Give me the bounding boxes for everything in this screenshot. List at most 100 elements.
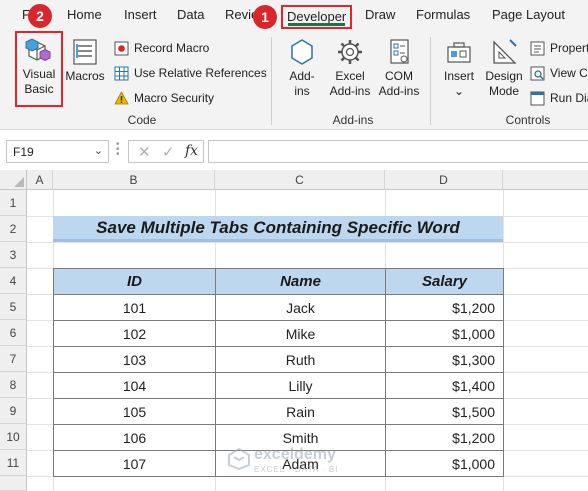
salary-cell[interactable]: $1,300 xyxy=(385,346,504,373)
tab-page-layout[interactable]: Page Layout xyxy=(492,7,565,22)
visual-basic-button[interactable]: Visual Basic xyxy=(17,37,61,97)
salary-cell[interactable]: $1,400 xyxy=(385,372,504,399)
tab-developer[interactable]: Developer xyxy=(281,5,353,29)
header-id-cell[interactable]: ID xyxy=(53,268,216,295)
exceldemy-watermark: exceldemy EXCEL · DATA · BI xyxy=(228,444,368,478)
watermark-tagline: EXCEL · DATA · BI xyxy=(254,465,339,474)
name-box[interactable]: F19 ⌄ xyxy=(6,140,109,163)
record-macro-button[interactable]: Record Macro xyxy=(114,38,209,58)
macros-button[interactable]: Macros xyxy=(63,37,107,84)
visual-basic-label-line2: Basic xyxy=(24,82,54,96)
select-all-corner[interactable] xyxy=(0,170,27,190)
column-header-c[interactable]: C xyxy=(215,170,385,190)
excel-addins-label-line1: Excel xyxy=(335,69,365,83)
excel-addins-button[interactable]: Excel Add-ins xyxy=(326,37,374,99)
design-mode-label-line2: Mode xyxy=(488,84,520,98)
excel-addins-label-line2: Add-ins xyxy=(329,84,371,98)
gridline xyxy=(27,242,588,243)
salary-cell[interactable]: $1,200 xyxy=(385,294,504,321)
sheet-title-cell[interactable]: Save Multiple Tabs Containing Specific W… xyxy=(53,216,503,242)
insert-controls-button[interactable]: Insert ⌄ xyxy=(438,37,480,99)
name-cell[interactable]: Rain xyxy=(215,398,386,425)
record-macro-icon xyxy=(114,41,129,55)
properties-button[interactable]: Propert xyxy=(530,38,588,58)
row-header-4[interactable]: 4 xyxy=(0,268,27,294)
id-cell[interactable]: 103 xyxy=(53,346,216,373)
id-cell[interactable]: 105 xyxy=(53,398,216,425)
use-relative-references-button[interactable]: Use Relative References xyxy=(114,63,267,83)
step-badge-1: 1 xyxy=(253,5,277,29)
formula-input[interactable] xyxy=(208,140,588,163)
tab-developer-label: Developer xyxy=(287,9,347,24)
worksheet-grid[interactable]: A B C D 1 2 3 4 5 6 7 8 9 10 11 Save Mul… xyxy=(0,170,588,491)
cancel-icon[interactable]: ✕ xyxy=(138,143,151,161)
properties-label: Propert xyxy=(550,41,588,55)
addins-button[interactable]: Add- ins xyxy=(281,37,323,99)
row-header-9[interactable]: 9 xyxy=(0,398,27,424)
row-header-6[interactable]: 6 xyxy=(0,320,27,346)
column-header-d[interactable]: D xyxy=(385,170,503,190)
table-header-row: ID Name Salary xyxy=(53,268,504,295)
row-header-2[interactable]: 2 xyxy=(0,216,27,242)
row-header-3[interactable]: 3 xyxy=(0,242,27,268)
design-mode-button[interactable]: Design Mode xyxy=(482,37,526,99)
name-cell[interactable]: Ruth xyxy=(215,346,386,373)
name-cell[interactable]: Lilly xyxy=(215,372,386,399)
gear-icon xyxy=(338,40,362,64)
row-header-1[interactable]: 1 xyxy=(0,190,27,216)
table-row: 103 Ruth $1,300 xyxy=(53,346,504,373)
view-code-icon xyxy=(530,66,545,80)
salary-cell[interactable]: $1,000 xyxy=(385,320,504,347)
header-name-cell[interactable]: Name xyxy=(215,268,386,295)
tab-data[interactable]: Data xyxy=(177,7,204,22)
run-dialog-button[interactable]: Run Dia xyxy=(530,88,588,108)
tab-home[interactable]: Home xyxy=(67,7,102,22)
column-header-a[interactable]: A xyxy=(27,170,53,190)
ribbon-developer: Visual Basic Macros Record Macro Use Rel… xyxy=(0,31,588,130)
id-cell[interactable]: 104 xyxy=(53,372,216,399)
macro-security-button[interactable]: Macro Security xyxy=(114,88,214,108)
id-cell[interactable]: 102 xyxy=(53,320,216,347)
column-header-e[interactable] xyxy=(503,170,588,190)
id-cell[interactable]: 107 xyxy=(53,450,216,477)
name-cell[interactable]: Jack xyxy=(215,294,386,321)
row-header-7[interactable]: 7 xyxy=(0,346,27,372)
tab-insert[interactable]: Insert xyxy=(124,7,157,22)
chevron-down-icon[interactable]: ⌄ xyxy=(94,144,103,157)
row-header-10[interactable]: 10 xyxy=(0,424,27,450)
enter-icon[interactable]: ✓ xyxy=(162,143,175,161)
view-code-label: View C xyxy=(550,66,588,80)
salary-cell[interactable]: $1,500 xyxy=(385,398,504,425)
toolbox-icon xyxy=(447,42,471,63)
formula-bar-resize-handle[interactable]: • • • xyxy=(116,140,120,160)
salary-cell[interactable]: $1,200 xyxy=(385,424,504,451)
addins-label-line1: Add- xyxy=(289,69,315,83)
id-cell[interactable]: 101 xyxy=(53,294,216,321)
insert-function-icon[interactable]: fx xyxy=(185,143,198,159)
row-header-8[interactable]: 8 xyxy=(0,372,27,398)
design-mode-label-line1: Design xyxy=(485,69,523,83)
row-header-12[interactable] xyxy=(0,476,27,491)
group-separator xyxy=(271,37,272,125)
com-addins-button[interactable]: COM Add-ins xyxy=(375,37,423,99)
addins-group-label: Add-ins xyxy=(332,113,374,127)
table-row: 104 Lilly $1,400 xyxy=(53,372,504,399)
column-header-b[interactable]: B xyxy=(53,170,215,190)
name-box-value: F19 xyxy=(13,145,34,159)
active-tab-underline xyxy=(288,23,346,26)
id-cell[interactable]: 106 xyxy=(53,424,216,451)
tab-draw[interactable]: Draw xyxy=(365,7,395,22)
header-salary-cell[interactable]: Salary xyxy=(385,268,504,295)
step-badge-2: 2 xyxy=(28,4,52,28)
name-cell[interactable]: Mike xyxy=(215,320,386,347)
table-row: 105 Rain $1,500 xyxy=(53,398,504,425)
row-header-11[interactable]: 11 xyxy=(0,450,27,476)
row-header-5[interactable]: 5 xyxy=(0,294,27,320)
view-code-button[interactable]: View C xyxy=(530,63,588,83)
run-dialog-icon xyxy=(530,91,545,105)
tab-formulas[interactable]: Formulas xyxy=(416,7,470,22)
ruler-triangle-icon xyxy=(493,39,517,64)
salary-cell[interactable]: $1,000 xyxy=(385,450,504,477)
warning-triangle-icon xyxy=(114,91,129,105)
properties-icon xyxy=(530,41,545,55)
